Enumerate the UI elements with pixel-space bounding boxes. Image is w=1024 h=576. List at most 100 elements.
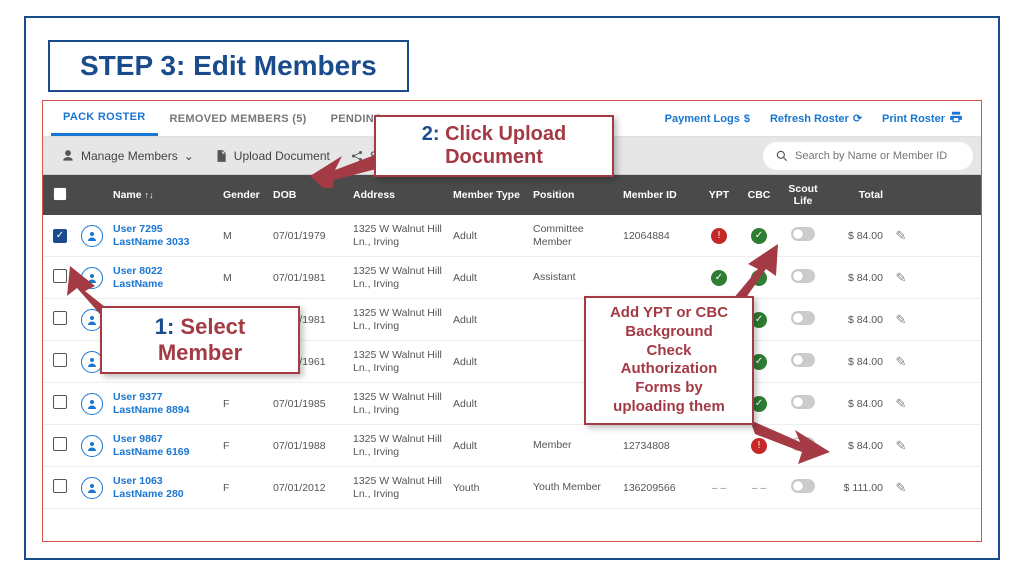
- cell-position: Youth Member: [529, 479, 619, 496]
- row-checkbox[interactable]: [53, 479, 67, 493]
- tab-removed-members[interactable]: REMOVED MEMBERS (5): [158, 103, 319, 135]
- col-total[interactable]: Total: [827, 187, 887, 203]
- cell-total: $ 111.00: [827, 480, 887, 496]
- table-row: User 9867 LastName 6169F07/01/19881325 W…: [43, 425, 981, 467]
- edit-icon[interactable]: ✎: [896, 438, 907, 453]
- cell-gender: M: [219, 270, 269, 286]
- col-cbc[interactable]: CBC: [739, 187, 779, 203]
- scout-life-toggle[interactable]: [791, 479, 815, 493]
- search-box[interactable]: [763, 142, 973, 170]
- arrow-to-ypt: [728, 244, 788, 304]
- cell-dob: 07/01/1981: [269, 270, 349, 286]
- edit-icon[interactable]: ✎: [896, 312, 907, 327]
- select-all-checkbox[interactable]: [53, 187, 67, 201]
- cell-position: Assistant: [529, 269, 619, 286]
- manage-members-button[interactable]: Manage Members ⌄: [51, 143, 204, 169]
- cell-dob: 07/01/1979: [269, 228, 349, 244]
- table-row: User 7295 LastName 3033M07/01/19791325 W…: [43, 215, 981, 257]
- cell-gender: M: [219, 228, 269, 244]
- cell-dob: 07/01/2012: [269, 480, 349, 496]
- edit-icon[interactable]: ✎: [896, 270, 907, 285]
- arrow-to-upload: [310, 148, 380, 188]
- col-scout-life[interactable]: Scout Life: [779, 181, 827, 209]
- col-member-id[interactable]: Member ID: [619, 187, 699, 203]
- callout-select-member: 1: Select Member: [100, 306, 300, 374]
- dollar-icon: $: [744, 113, 750, 125]
- cell-member-type: Adult: [449, 354, 529, 370]
- avatar: [81, 225, 103, 247]
- cell-address: 1325 W Walnut Hill Ln., Irving: [349, 221, 449, 250]
- cell-position: Committee Member: [529, 221, 619, 250]
- col-ypt[interactable]: YPT: [699, 187, 739, 203]
- cell-total: $ 84.00: [827, 312, 887, 328]
- row-checkbox[interactable]: [53, 395, 67, 409]
- col-position[interactable]: Position: [529, 187, 619, 203]
- edit-icon[interactable]: ✎: [896, 396, 907, 411]
- cell-scout-life: [779, 225, 827, 246]
- cell-member-id: [619, 276, 699, 280]
- cell-address: 1325 W Walnut Hill Ln., Irving: [349, 347, 449, 376]
- search-icon: [775, 149, 789, 163]
- cell-gender: F: [219, 396, 269, 412]
- scout-life-toggle[interactable]: [791, 227, 815, 241]
- cell-scout-life: [779, 309, 827, 330]
- cell-member-type: Adult: [449, 396, 529, 412]
- link-print-roster[interactable]: Print Roster: [872, 110, 973, 127]
- callout-ypt-cbc: Add YPT or CBC Background Check Authoriz…: [584, 296, 754, 425]
- col-name[interactable]: Name ↑↓: [109, 187, 219, 203]
- status-ok-icon: [711, 270, 727, 286]
- cell-member-id: 12734808: [619, 438, 699, 454]
- cell-address: 1325 W Walnut Hill Ln., Irving: [349, 389, 449, 418]
- cell-name[interactable]: User 9377 LastName 8894: [109, 389, 219, 418]
- cell-dob: 07/01/1988: [269, 438, 349, 454]
- cell-name[interactable]: User 8022 LastName: [109, 263, 219, 292]
- cell-address: 1325 W Walnut Hill Ln., Irving: [349, 263, 449, 292]
- cell-address: 1325 W Walnut Hill Ln., Irving: [349, 305, 449, 334]
- tab-pack-roster[interactable]: PACK ROSTER: [51, 101, 158, 136]
- cell-scout-life: [779, 477, 827, 498]
- link-refresh-roster[interactable]: Refresh Roster ⟳: [760, 112, 872, 125]
- row-checkbox[interactable]: [53, 437, 67, 451]
- slide-title-box: STEP 3: Edit Members: [48, 40, 409, 92]
- cell-gender: F: [219, 480, 269, 496]
- arrow-to-cbc: [750, 420, 830, 470]
- col-address[interactable]: Address: [349, 187, 449, 203]
- chevron-down-icon: ⌄: [184, 149, 194, 163]
- cell-address: 1325 W Walnut Hill Ln., Irving: [349, 431, 449, 460]
- status-dash: – –: [752, 482, 767, 494]
- cell-address: 1325 W Walnut Hill Ln., Irving: [349, 473, 449, 502]
- cell-name[interactable]: User 1063 LastName 280: [109, 473, 219, 502]
- cell-ypt: – –: [699, 480, 739, 496]
- status-dash: – –: [712, 482, 727, 494]
- cell-ypt: [699, 226, 739, 246]
- cell-cbc: – –: [739, 480, 779, 496]
- cell-member-type: Adult: [449, 270, 529, 286]
- row-checkbox[interactable]: [53, 229, 67, 243]
- scout-life-toggle[interactable]: [791, 311, 815, 325]
- avatar: [81, 477, 103, 499]
- scout-life-toggle[interactable]: [791, 395, 815, 409]
- cell-member-type: Adult: [449, 438, 529, 454]
- cell-total: $ 84.00: [827, 354, 887, 370]
- cell-member-type: Youth: [449, 480, 529, 496]
- link-payment-logs[interactable]: Payment Logs $: [655, 113, 760, 125]
- cell-name[interactable]: User 9867 LastName 6169: [109, 431, 219, 460]
- search-input[interactable]: [795, 150, 961, 162]
- edit-icon[interactable]: ✎: [896, 480, 907, 495]
- table-row: User 8022 LastNameM07/01/19811325 W Waln…: [43, 257, 981, 299]
- cell-member-type: Adult: [449, 228, 529, 244]
- cell-scout-life: [779, 393, 827, 414]
- col-dob[interactable]: DOB: [269, 187, 349, 203]
- person-icon: [61, 149, 75, 163]
- cell-position: Member: [529, 437, 619, 454]
- cell-name[interactable]: User 7295 LastName 3033: [109, 221, 219, 250]
- edit-icon[interactable]: ✎: [896, 228, 907, 243]
- row-checkbox[interactable]: [53, 353, 67, 367]
- edit-icon[interactable]: ✎: [896, 354, 907, 369]
- col-gender[interactable]: Gender: [219, 187, 269, 203]
- scout-life-toggle[interactable]: [791, 353, 815, 367]
- table-row: User 1063 LastName 280F07/01/20121325 W …: [43, 467, 981, 509]
- col-member-type[interactable]: Member Type: [449, 187, 529, 203]
- printer-icon: [949, 110, 963, 127]
- scout-life-toggle[interactable]: [791, 269, 815, 283]
